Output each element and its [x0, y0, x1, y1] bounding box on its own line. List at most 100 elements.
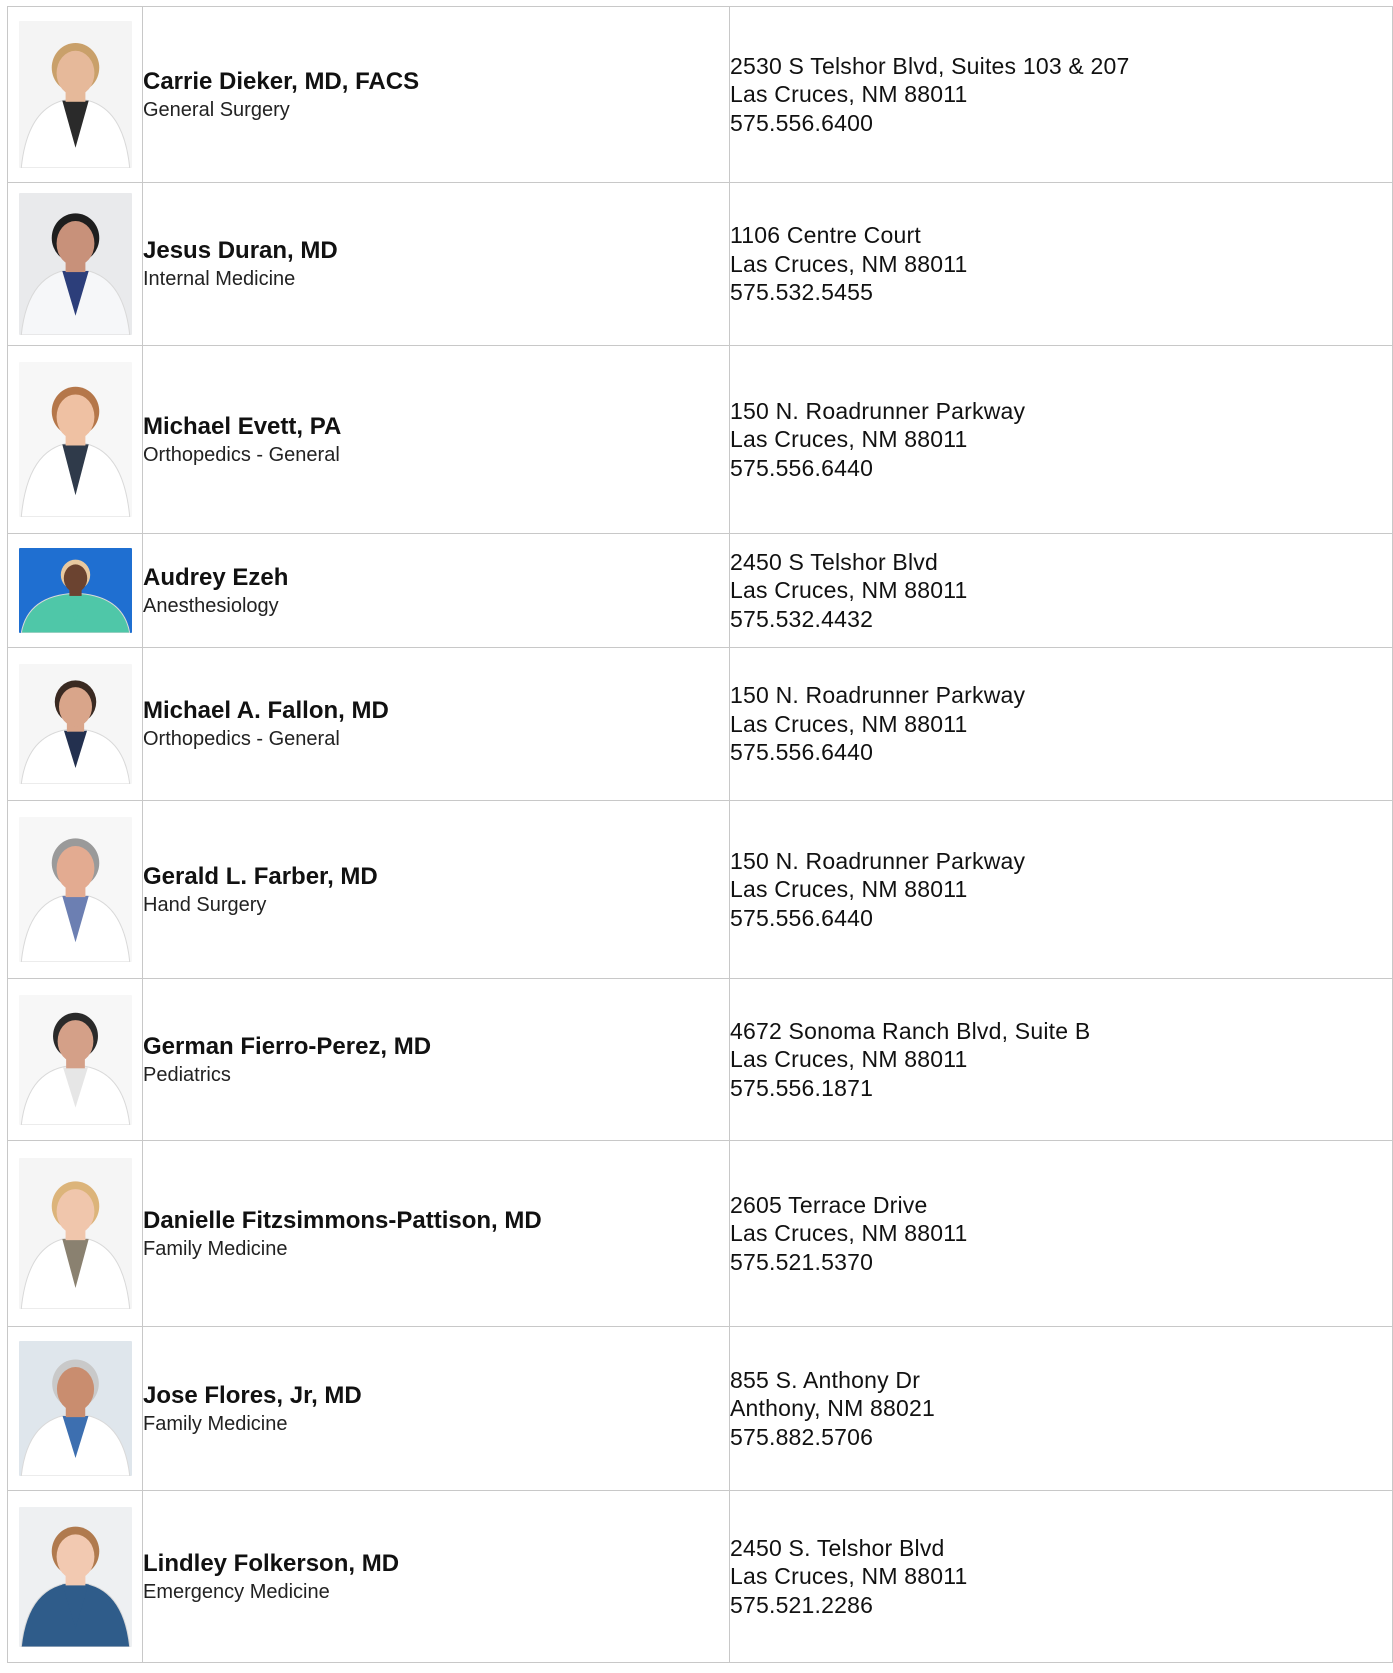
address-city: Las Cruces, NM 88011 [730, 1220, 968, 1247]
address-city: Anthony, NM 88021 [730, 1395, 935, 1422]
provider-row: Audrey Ezeh Anesthesiology 2450 S Telsho… [7, 533, 1393, 648]
portrait-face [56, 394, 94, 440]
provider-row: Danielle Fitzsimmons-Pattison, MD Family… [7, 1140, 1393, 1327]
portrait-image [18, 664, 132, 784]
address-city: Las Cruces, NM 88011 [730, 577, 968, 604]
provider-photo[interactable] [18, 21, 132, 168]
address-street: 150 N. Roadrunner Parkway [730, 847, 1026, 874]
name-cell: Lindley Folkerson, MD Emergency Medicine [142, 1490, 730, 1663]
photo-cell [7, 1326, 143, 1491]
portrait-face [58, 687, 92, 727]
portrait-image [18, 21, 132, 168]
provider-name[interactable]: Lindley Folkerson, MD [143, 1549, 729, 1579]
address-cell: 150 N. Roadrunner Parkway Las Cruces, NM… [729, 647, 1393, 801]
portrait-image [18, 817, 132, 962]
portrait-image [18, 193, 132, 335]
phone-number[interactable]: 575.532.4432 [730, 605, 1392, 634]
phone-number[interactable]: 575.556.6400 [730, 109, 1392, 138]
portrait-image [18, 1158, 132, 1309]
name-cell: Michael Evett, PA Orthopedics - General [142, 345, 730, 534]
provider-photo[interactable] [18, 817, 132, 962]
provider-specialty: Family Medicine [143, 1237, 288, 1260]
name-cell: Gerald L. Farber, MD Hand Surgery [142, 800, 730, 979]
photo-cell [7, 978, 143, 1141]
photo-cell [7, 1490, 143, 1663]
phone-number[interactable]: 575.521.2286 [730, 1591, 1392, 1620]
provider-photo[interactable] [18, 362, 132, 517]
provider-specialty: Hand Surgery [143, 893, 267, 916]
provider-name[interactable]: Audrey Ezeh [143, 563, 729, 593]
provider-row: Jose Flores, Jr, MD Family Medicine 855 … [7, 1326, 1393, 1491]
phone-number[interactable]: 575.556.6440 [730, 454, 1392, 483]
phone-number[interactable]: 575.532.5455 [730, 278, 1392, 307]
address-city: Las Cruces, NM 88011 [730, 81, 968, 108]
address-street: 150 N. Roadrunner Parkway [730, 682, 1026, 709]
provider-name[interactable]: Gerald L. Farber, MD [143, 862, 729, 892]
name-cell: Jose Flores, Jr, MD Family Medicine [142, 1326, 730, 1491]
address-street: 2530 S Telshor Blvd, Suites 103 & 207 [730, 52, 1130, 79]
provider-specialty: Family Medicine [143, 1412, 288, 1435]
address-street: 1106 Centre Court [730, 222, 921, 249]
phone-number[interactable]: 575.882.5706 [730, 1423, 1392, 1452]
name-cell: German Fierro-Perez, MD Pediatrics [142, 978, 730, 1141]
provider-photo[interactable] [18, 994, 132, 1125]
address-cell: 2530 S Telshor Blvd, Suites 103 & 207 La… [729, 6, 1393, 183]
portrait-face [56, 221, 94, 266]
address-cell: 1106 Centre Court Las Cruces, NM 88011 5… [729, 182, 1393, 346]
photo-cell [7, 345, 143, 534]
provider-row: Carrie Dieker, MD, FACS General Surgery … [7, 6, 1393, 183]
portrait-face [63, 564, 87, 593]
portrait-image [18, 1506, 132, 1647]
provider-name[interactable]: Jesus Duran, MD [143, 236, 729, 266]
address-street: 2450 S. Telshor Blvd [730, 1534, 945, 1561]
photo-cell [7, 6, 143, 183]
portrait-face [56, 1367, 94, 1412]
address-cell: 2605 Terrace Drive Las Cruces, NM 88011 … [729, 1140, 1393, 1327]
portrait-image [18, 362, 132, 517]
provider-row: Jesus Duran, MD Internal Medicine 1106 C… [7, 182, 1393, 346]
address-cell: 2450 S Telshor Blvd Las Cruces, NM 88011… [729, 533, 1393, 648]
provider-photo[interactable] [18, 193, 132, 335]
provider-name[interactable]: German Fierro-Perez, MD [143, 1032, 729, 1062]
address-street: 4672 Sonoma Ranch Blvd, Suite B [730, 1017, 1091, 1044]
phone-number[interactable]: 575.556.6440 [730, 904, 1392, 933]
provider-specialty: General Surgery [143, 98, 290, 121]
provider-name[interactable]: Michael Evett, PA [143, 412, 729, 442]
provider-photo[interactable] [18, 1158, 132, 1309]
provider-specialty: Emergency Medicine [143, 1580, 330, 1603]
address-city: Las Cruces, NM 88011 [730, 250, 968, 277]
address-cell: 2450 S. Telshor Blvd Las Cruces, NM 8801… [729, 1490, 1393, 1663]
address-cell: 4672 Sonoma Ranch Blvd, Suite B Las Cruc… [729, 978, 1393, 1141]
provider-row: Gerald L. Farber, MD Hand Surgery 150 N.… [7, 800, 1393, 979]
provider-name[interactable]: Michael A. Fallon, MD [143, 696, 729, 726]
provider-photo[interactable] [18, 548, 132, 633]
address-city: Las Cruces, NM 88011 [730, 1046, 968, 1073]
address-street: 855 S. Anthony Dr [730, 1366, 921, 1393]
name-cell: Audrey Ezeh Anesthesiology [142, 533, 730, 648]
phone-number[interactable]: 575.556.6440 [730, 738, 1392, 767]
provider-name[interactable]: Jose Flores, Jr, MD [143, 1381, 729, 1411]
address-cell: 150 N. Roadrunner Parkway Las Cruces, NM… [729, 800, 1393, 979]
photo-cell [7, 647, 143, 801]
phone-number[interactable]: 575.521.5370 [730, 1248, 1392, 1277]
provider-row: Lindley Folkerson, MD Emergency Medicine… [7, 1490, 1393, 1663]
photo-cell [7, 533, 143, 648]
portrait-face [56, 1533, 94, 1579]
provider-photo[interactable] [18, 1506, 132, 1647]
address-cell: 150 N. Roadrunner Parkway Las Cruces, NM… [729, 345, 1393, 534]
address-cell: 855 S. Anthony Dr Anthony, NM 88021 575.… [729, 1326, 1393, 1491]
name-cell: Carrie Dieker, MD, FACS General Surgery [142, 6, 730, 183]
address-city: Las Cruces, NM 88011 [730, 876, 968, 903]
name-cell: Michael A. Fallon, MD Orthopedics - Gene… [142, 647, 730, 801]
portrait-face [56, 1189, 94, 1234]
provider-photo[interactable] [18, 1341, 132, 1476]
provider-photo[interactable] [18, 664, 132, 784]
portrait-image [18, 1341, 132, 1476]
portrait-face [56, 50, 94, 96]
provider-name[interactable]: Carrie Dieker, MD, FACS [143, 67, 729, 97]
photo-cell [7, 800, 143, 979]
provider-name[interactable]: Danielle Fitzsimmons-Pattison, MD [143, 1206, 729, 1236]
phone-number[interactable]: 575.556.1871 [730, 1074, 1392, 1103]
name-cell: Jesus Duran, MD Internal Medicine [142, 182, 730, 346]
address-city: Las Cruces, NM 88011 [730, 710, 968, 737]
